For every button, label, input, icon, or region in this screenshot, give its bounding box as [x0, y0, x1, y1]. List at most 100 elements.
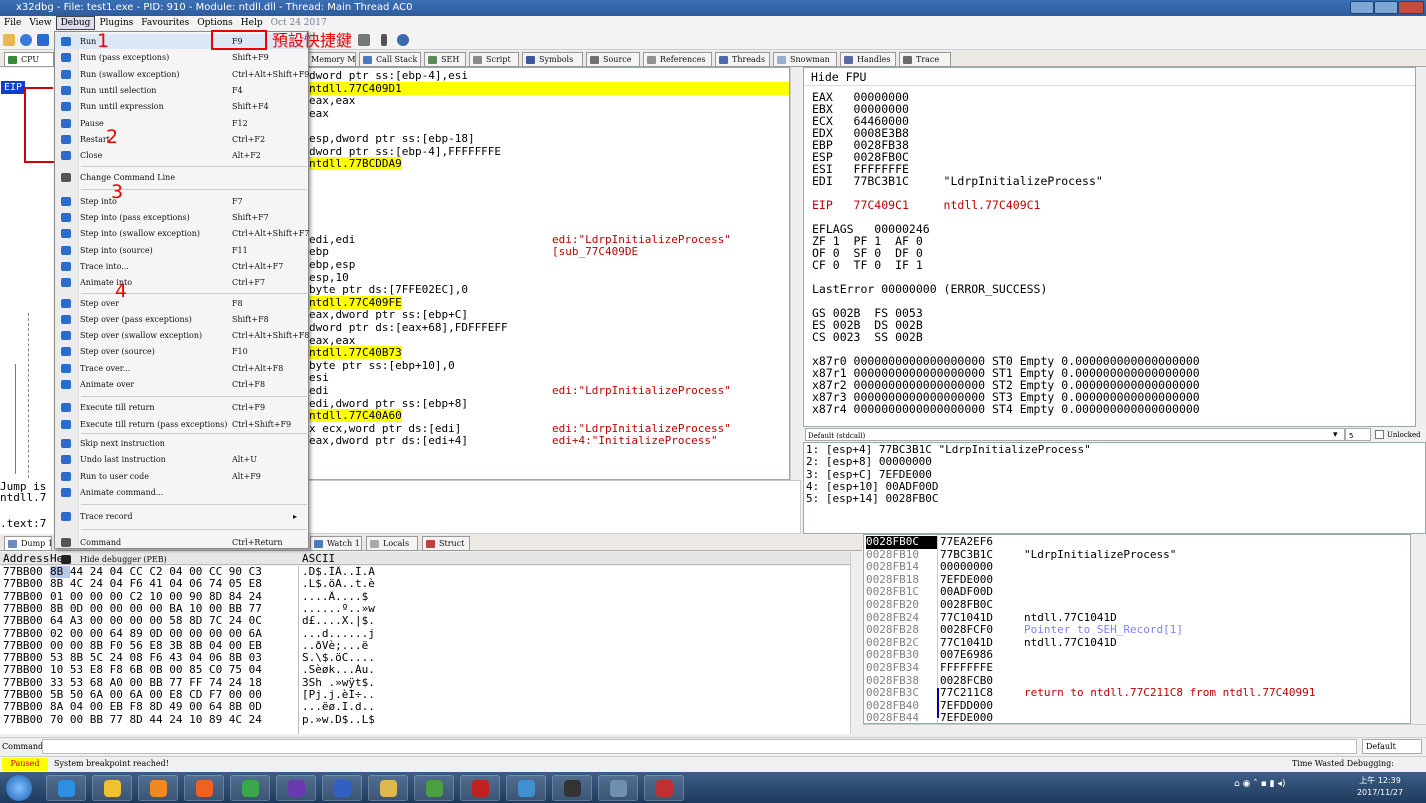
dump-hex[interactable]: 00 00 8B F0 56 E8 3B 8B 04 00 EB — [50, 639, 262, 652]
stack-value[interactable]: 77C211C8 — [940, 687, 993, 700]
registers-view[interactable]: Hide FPU EAX 00000000 EBX 00000000 ECX 644… — [803, 67, 1416, 427]
stack-value[interactable]: 0028FCF0 — [940, 624, 993, 637]
dump-scrollbar[interactable] — [850, 552, 861, 734]
close-window-button[interactable] — [1398, 1, 1424, 14]
menu-item[interactable]: Hide debugger (PEB) — [55, 552, 308, 567]
registers-scrollbar[interactable] — [1416, 67, 1426, 427]
disasm-line[interactable]: edi,dword ptr ss:[ebp+8] — [309, 397, 468, 410]
dump-hex[interactable]: 8B 0D 00 00 00 00 BA 10 00 BB 77 — [50, 602, 262, 615]
dump-hex[interactable]: 02 00 00 64 89 0D 00 00 00 00 6A — [50, 627, 262, 640]
disasm-line[interactable]: esp,dword ptr ss:[ebp-18] — [309, 132, 475, 145]
arguments-view[interactable]: 1: [esp+4] 77BC3B1C "LdrpInitializeProce… — [803, 442, 1426, 534]
register-line[interactable]: CS 0023 SS 002B — [812, 331, 923, 343]
dump-ascii[interactable]: S.\$.öC.... — [302, 652, 422, 664]
tab-source[interactable]: Source — [586, 52, 640, 67]
stack-address[interactable]: 0028FB0C — [866, 535, 938, 549]
taskbar-app[interactable] — [644, 775, 684, 801]
tab-watch-1[interactable]: Watch 1 — [310, 536, 362, 551]
dump-address[interactable]: 77BB00 — [3, 602, 43, 615]
disasm-line[interactable]: ntdll.77BCDDA9 — [309, 157, 402, 171]
callconv-select[interactable]: Default (stdcall) — [805, 428, 1345, 441]
tab-handles[interactable]: Handles — [840, 52, 896, 67]
tab-locals[interactable]: Locals — [366, 536, 418, 551]
dump-address[interactable]: 77BB00 — [3, 566, 43, 578]
taskbar-app[interactable] — [460, 775, 500, 801]
dump-ascii[interactable]: ....Â....$ — [302, 591, 422, 603]
tab-dump-1[interactable]: Dump 1 — [4, 536, 52, 551]
stack-address[interactable]: 0028FB20 — [866, 598, 919, 612]
disasm-line[interactable]: esp,10 — [309, 271, 349, 284]
stack-address[interactable]: 0028FB14 — [866, 561, 919, 574]
menu-item[interactable]: Animate into Ctrl+F7 — [55, 275, 308, 290]
register-line[interactable]: EIP 77C409C1 ntdll.77C409C1 — [812, 199, 1040, 211]
dump-ascii[interactable]: 3Sh .»wÿt$. — [302, 677, 422, 689]
tab-call-stack[interactable]: Call Stack — [359, 52, 421, 67]
register-line[interactable]: LastError 00000000 (ERROR_SUCCESS) — [812, 283, 1047, 295]
stack-value[interactable]: 0028FB0C — [940, 598, 993, 612]
disasm-line[interactable]: dword ptr ds:[eax+68],FDFFFEFF — [309, 321, 508, 334]
dump-address[interactable]: 77BB00 — [3, 664, 43, 676]
menu-item[interactable]: Animate command... — [55, 485, 308, 500]
tab-script[interactable]: Script — [469, 52, 519, 67]
stack-address[interactable]: 0028FB3C — [866, 687, 919, 700]
dump-address[interactable]: 77BB00 — [3, 590, 43, 603]
taskbar-app[interactable] — [368, 775, 408, 801]
dump-hex[interactable]: 64 A3 00 00 00 00 58 8D 7C 24 0C — [50, 615, 262, 627]
taskbar-app[interactable] — [506, 775, 546, 801]
disasm-line[interactable]: ntdll.77C409FE — [309, 295, 402, 309]
dump-ascii[interactable]: .Sèøk...Àu. — [302, 664, 422, 676]
dump-ascii[interactable]: .L$.öA..t.è — [302, 578, 422, 590]
stack-address[interactable]: 0028FB44 — [866, 712, 919, 723]
menu-item[interactable]: Pause F12 — [55, 116, 308, 131]
menu-item[interactable]: Trace record ▸ — [55, 509, 308, 524]
disasm-line[interactable]: dword ptr ss:[ebp-4],FFFFFFFE — [309, 145, 501, 158]
stack-hscrollbar[interactable] — [863, 724, 1426, 734]
disasm-line[interactable]: x ecx,word ptr ds:[edi] — [309, 422, 461, 435]
menu-item[interactable]: Execute till return Ctrl+F9 — [55, 400, 308, 415]
taskbar-app[interactable] — [230, 775, 270, 801]
minimize-button[interactable] — [1350, 1, 1374, 14]
taskbar-app[interactable] — [92, 775, 132, 801]
register-line[interactable]: CF 0 TF 0 IF 1 — [812, 259, 923, 271]
disasm-line[interactable]: eax,dword ptr ss:[ebp+C] — [309, 308, 468, 321]
restart-icon[interactable] — [20, 34, 32, 46]
taskbar-app[interactable] — [414, 775, 454, 801]
tab-references[interactable]: References — [643, 52, 712, 67]
disasm-line[interactable]: ntdll.77C40B73 — [309, 346, 402, 360]
menu-favourites[interactable]: Favourites — [137, 16, 193, 31]
stack-value[interactable]: FFFFFFFE — [940, 661, 993, 675]
menu-item[interactable]: Execute till return (pass exceptions) Ctr… — [55, 417, 308, 432]
menu-view[interactable]: View — [25, 16, 55, 31]
dump-hex[interactable]: 01 00 00 00 C2 10 00 90 8D 84 24 — [50, 590, 262, 603]
open-folder-icon[interactable] — [3, 34, 15, 46]
disasm-line[interactable]: dword ptr ss:[ebp-4],esi — [309, 69, 468, 82]
disasm-line[interactable]: edi,edi — [309, 233, 355, 246]
menu-item[interactable]: Run to user code Alt+F9 — [55, 469, 308, 484]
stack-address[interactable]: 0028FB28 — [866, 624, 919, 637]
menu-item[interactable]: Step over F8 — [55, 296, 308, 311]
disasm-line[interactable]: byte ptr ss:[ebp+10],0 — [309, 359, 455, 372]
argument-line[interactable]: 4: [esp+10] 00ADF00D — [806, 480, 938, 493]
dump-address[interactable]: 77BB00 — [3, 701, 43, 713]
disasm-line[interactable]: eax,eax — [309, 334, 355, 347]
taskbar-app[interactable] — [184, 775, 224, 801]
menu-item[interactable]: Step over (source) F10 — [55, 344, 308, 359]
disassembly-view[interactable]: dword ptr ss:[ebp-4],esi ntdll.77C409D1 ea… — [300, 67, 790, 480]
dump-address[interactable]: 77BB00 — [3, 578, 43, 590]
tray-icons[interactable]: ⌂ ◉ ˄ ▪ ▮ ◂) — [1234, 779, 1298, 795]
tab-symbols[interactable]: Symbols — [522, 52, 583, 67]
stack-value[interactable]: 00000000 — [940, 561, 993, 574]
stack-value[interactable]: 77EA2EF6 — [940, 535, 993, 549]
maximize-button[interactable] — [1374, 1, 1398, 14]
disasm-line[interactable]: edi — [309, 384, 329, 397]
dropdown-arrow-icon[interactable]: ▾ — [1333, 428, 1338, 442]
unlocked-checkbox[interactable] — [1375, 430, 1384, 439]
stack-address[interactable]: 0028FB34 — [866, 661, 919, 675]
register-line[interactable]: EDI 77BC3B1C "LdrpInitializeProcess" — [812, 175, 1103, 187]
menu-item[interactable]: Skip next instruction — [55, 436, 308, 451]
help-icon[interactable] — [397, 34, 409, 46]
disasm-line[interactable]: ebp,esp — [309, 258, 355, 271]
clock[interactable]: 上午 12:39 2017/11/27 — [1350, 775, 1410, 799]
stack-value[interactable]: 7EFDE000 — [940, 712, 993, 723]
dump-hex[interactable]: 70 00 BB 77 8D 44 24 10 89 4C 24 — [50, 713, 262, 726]
